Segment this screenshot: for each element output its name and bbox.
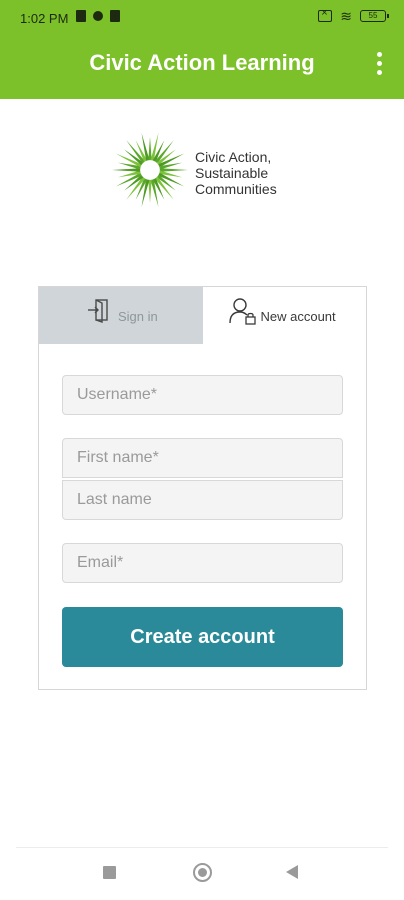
tab-sign-in-label: Sign in [118,309,158,324]
logo: Civic Action, Sustainable Communities [108,128,308,212]
tab-new-account[interactable]: New account [202,287,366,344]
tab-new-account-label: New account [260,309,336,324]
create-account-button[interactable]: Create account [62,607,343,667]
last-name-input[interactable] [62,480,343,520]
back-icon[interactable] [286,865,298,879]
notification-gear-icon [93,11,103,21]
recent-apps-icon[interactable] [103,866,116,879]
auth-card: Sign in New account Create account [38,286,367,690]
no-sim-icon [318,7,333,22]
email-input[interactable] [62,543,343,583]
wifi-icon: ≋ [340,8,352,24]
status-notification-icons [76,10,120,22]
notification-trash-icon [110,10,120,22]
home-icon[interactable] [193,863,212,882]
logo-text: Civic Action, Sustainable Communities [195,149,307,197]
first-name-input[interactable] [62,438,343,478]
status-system-icons: ≋ 55 [318,7,389,24]
sunburst-logo-icon [112,132,188,208]
username-input[interactable] [62,375,343,415]
tab-sign-in[interactable]: Sign in [39,287,203,344]
auth-tabs: Sign in New account [39,287,366,344]
overflow-menu-icon[interactable] [376,52,382,75]
sign-in-icon [86,297,112,328]
app-bar: 1:02 PM ≋ 55 Civic Action Learning [0,0,404,99]
notification-trash-icon [76,10,86,22]
nav-divider [16,847,388,848]
logo-text-line: Civic Action, Sustainable Communities [195,149,277,197]
battery-icon: 55 [360,10,389,22]
app-title: Civic Action Learning [89,50,315,75]
status-time: 1:02 PM [20,11,69,26]
new-account-icon [228,297,258,330]
status-bar: 1:02 PM ≋ 55 [0,0,404,34]
